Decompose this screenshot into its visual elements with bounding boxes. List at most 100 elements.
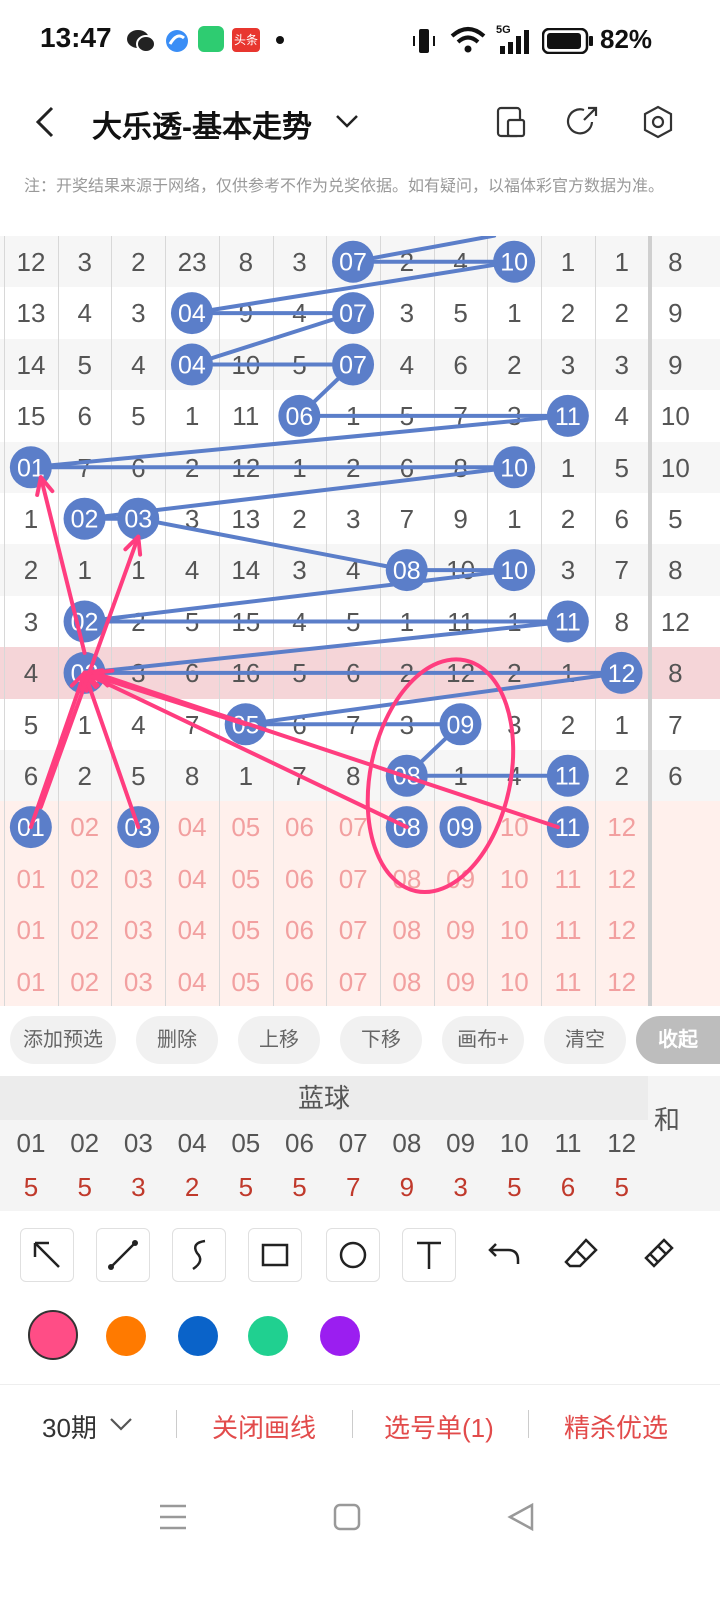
- blue-number: 01: [16, 1128, 46, 1158]
- trend-ball[interactable]: 10: [493, 549, 536, 592]
- blue-number: 11: [554, 1128, 582, 1158]
- trend-line: [82, 619, 570, 675]
- menu-icon[interactable]: [156, 1500, 190, 1534]
- page-title[interactable]: 大乐透-基本走势: [92, 102, 312, 146]
- move-up-button[interactable]: 上移: [238, 1016, 320, 1064]
- trend-ball[interactable]: 11: [546, 394, 589, 437]
- svg-text:07: 07: [339, 300, 367, 328]
- trend-ball[interactable]: 03: [117, 497, 160, 540]
- blue-number: 10: [499, 1128, 529, 1158]
- trend-ball[interactable]: 07: [332, 343, 375, 386]
- freehand-tool[interactable]: [172, 1228, 226, 1282]
- undo-icon: [488, 1243, 520, 1264]
- system-nav-bar: [0, 1470, 720, 1604]
- trend-line: [351, 236, 497, 264]
- pick-list-button[interactable]: 选号单(1): [384, 1408, 494, 1445]
- close-drawing-button[interactable]: 关闭画线: [212, 1408, 316, 1445]
- divider: [176, 1410, 177, 1438]
- delete-button[interactable]: 删除: [136, 1016, 218, 1064]
- select-best-button[interactable]: 精杀优选: [564, 1408, 668, 1445]
- chevron-down-icon[interactable]: [334, 110, 360, 132]
- blue-ball-title: 蓝球: [0, 1076, 648, 1120]
- trend-ball[interactable]: 11: [546, 754, 589, 797]
- svg-text:04: 04: [178, 300, 206, 328]
- swatch-pink[interactable]: [28, 1310, 78, 1360]
- trend-ball[interactable]: 04: [170, 343, 213, 386]
- trend-ball[interactable]: 07: [332, 292, 375, 335]
- eraser-icon: [564, 1238, 598, 1268]
- blue-number: 07: [338, 1128, 368, 1158]
- swatch-orange[interactable]: [106, 1316, 146, 1356]
- blue-count: 5: [23, 1172, 39, 1202]
- sum-label: 和: [654, 1105, 681, 1135]
- svg-text:07: 07: [339, 352, 367, 380]
- svg-text:11: 11: [555, 609, 581, 637]
- back-nav-icon[interactable]: [504, 1500, 538, 1534]
- line-tool[interactable]: [96, 1228, 150, 1282]
- collapse-button[interactable]: 收起: [636, 1016, 720, 1064]
- trend-ball[interactable]: 07: [332, 240, 375, 283]
- layout-icon[interactable]: [494, 104, 528, 140]
- svg-text:10: 10: [500, 249, 528, 277]
- arrow-tool[interactable]: [20, 1228, 74, 1282]
- blue-count: 3: [453, 1172, 468, 1202]
- undo-button[interactable]: [478, 1228, 530, 1280]
- shop-icon: [198, 26, 224, 52]
- drawn-arrow-head: [92, 668, 115, 675]
- wifi-icon: [450, 27, 486, 53]
- svg-text:09: 09: [447, 711, 475, 739]
- swatch-green[interactable]: [248, 1316, 288, 1356]
- svg-text:06: 06: [285, 403, 313, 431]
- drawing-overlay[interactable]: 0710040704070611011002030810021102120509…: [0, 236, 720, 1006]
- back-icon[interactable]: [30, 104, 60, 140]
- drawn-arrow-head: [136, 534, 143, 557]
- trend-ball[interactable]: 06: [278, 394, 321, 437]
- line-icon: [108, 1240, 138, 1270]
- chevron-down-icon[interactable]: [108, 1414, 134, 1434]
- move-down-button[interactable]: 下移: [340, 1016, 422, 1064]
- trend-ball[interactable]: 02: [63, 600, 106, 643]
- trend-ball[interactable]: 09: [439, 703, 482, 746]
- swatch-blue[interactable]: [178, 1316, 218, 1356]
- battery-icon: [542, 28, 593, 54]
- settings-icon[interactable]: [640, 104, 676, 140]
- trend-ball[interactable]: 12: [600, 651, 643, 694]
- svg-text:04: 04: [178, 352, 206, 380]
- blue-count: 7: [345, 1172, 361, 1202]
- divider: [352, 1410, 353, 1438]
- toutiao-icon: 头条: [232, 28, 260, 52]
- blue-number: 02: [70, 1128, 100, 1158]
- clear-button[interactable]: 清空: [544, 1016, 626, 1064]
- trend-ball[interactable]: 02: [63, 497, 106, 540]
- period-select[interactable]: 30期: [42, 1408, 97, 1445]
- blue-count: 6: [560, 1172, 576, 1202]
- text-icon: [417, 1241, 441, 1269]
- svg-text:12: 12: [608, 660, 636, 688]
- eraser-button[interactable]: [556, 1228, 608, 1280]
- pick-ball[interactable]: 09: [439, 806, 482, 849]
- trend-ball[interactable]: 10: [493, 446, 536, 489]
- rectangle-tool[interactable]: [248, 1228, 302, 1282]
- trend-line: [243, 670, 624, 727]
- text-tool[interactable]: [402, 1228, 456, 1282]
- blue-count: 3: [131, 1172, 146, 1202]
- circle-icon: [339, 1241, 367, 1269]
- blue-count: 5: [507, 1172, 522, 1202]
- svg-text:10: 10: [500, 557, 528, 585]
- trend-ball[interactable]: 11: [546, 600, 589, 643]
- blue-number: 08: [392, 1128, 422, 1158]
- canvas-plus-button[interactable]: 画布+: [442, 1016, 524, 1064]
- wechat-icon: [127, 30, 156, 53]
- add-preselect-button[interactable]: 添加预选: [10, 1016, 116, 1064]
- home-icon[interactable]: [330, 1500, 364, 1534]
- trend-ball[interactable]: 10: [493, 240, 536, 283]
- trend-ball[interactable]: 04: [170, 292, 213, 335]
- circle-tool[interactable]: [326, 1228, 380, 1282]
- trend-ball[interactable]: 08: [385, 549, 428, 592]
- share-icon[interactable]: [566, 104, 600, 140]
- trend-grid[interactable]: 1232238324118134394351229145410546233915…: [0, 236, 720, 1006]
- swatch-purple[interactable]: [320, 1316, 360, 1356]
- brush-button[interactable]: [632, 1228, 684, 1280]
- svg-text:11: 11: [555, 403, 581, 431]
- signal-icon: [500, 30, 529, 54]
